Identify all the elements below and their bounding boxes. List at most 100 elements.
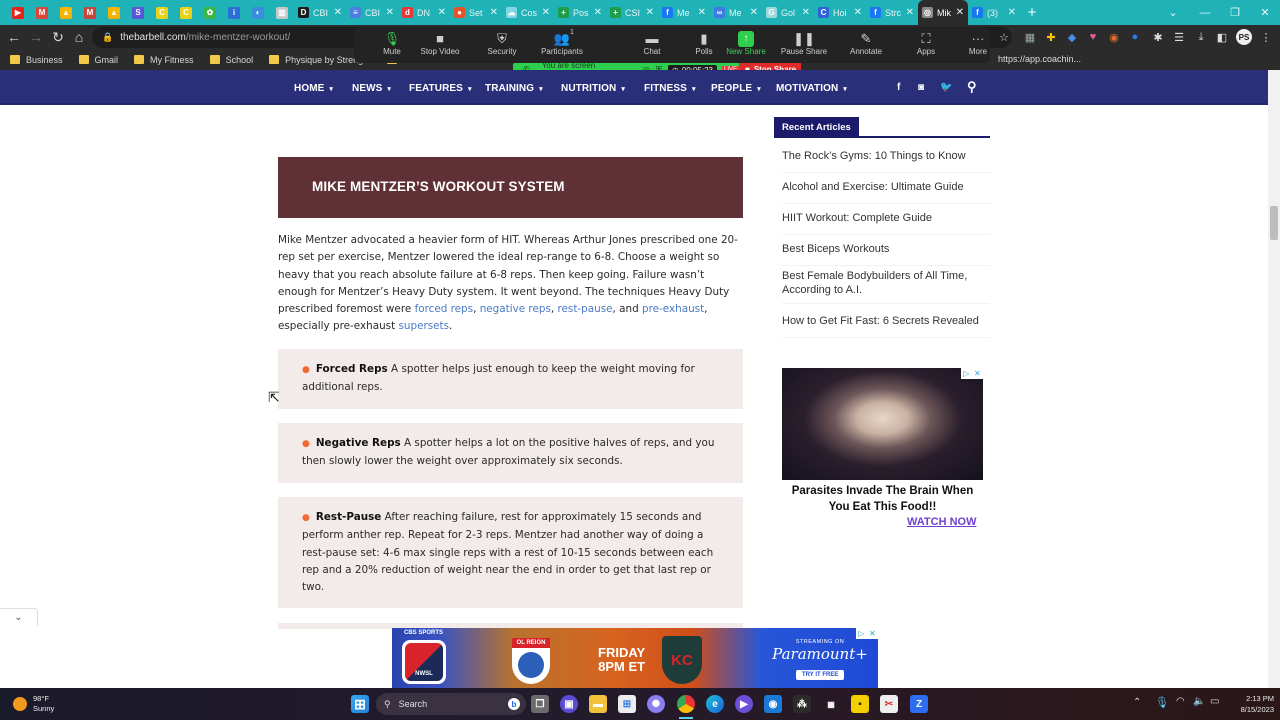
nav-item-training[interactable]: TRAINING ▾ [485, 83, 543, 94]
recent-article-link[interactable]: HIIT Workout: Complete Guide [782, 211, 990, 235]
close-tab-icon[interactable]: ✕ [750, 7, 758, 18]
zoom-control-security[interactable]: ⛨ Security [472, 27, 532, 63]
close-tab-icon[interactable]: ✕ [438, 7, 446, 18]
pinned-tab[interactable]: ▲ [54, 0, 78, 25]
home-button[interactable]: ⌂ [70, 28, 88, 46]
new-tab-button[interactable]: + [1020, 4, 1044, 21]
recent-article-link[interactable]: Best Female Bodybuilders of All Time, Ac… [782, 269, 990, 304]
bookmark-external[interactable]: https://app.coachin... [998, 54, 1081, 64]
pinned-tab[interactable]: C [174, 0, 198, 25]
back-button[interactable]: ← [5, 28, 23, 46]
nav-item-news[interactable]: NEWS ▾ [352, 83, 391, 94]
system-clock[interactable]: 2:13 PM 8/15/2023 [1234, 693, 1274, 715]
reload-button[interactable]: ↻ [49, 28, 67, 46]
tab[interactable]: + CSI ✕ [606, 0, 658, 25]
close-tab-icon[interactable]: ✕ [386, 7, 394, 18]
article-link[interactable]: supersets [398, 320, 449, 332]
bottom-banner-ad[interactable]: CBS SPORTS NWSL OL REIGN FRIDAY 8PM ET KC… [392, 628, 878, 688]
task-view-icon[interactable]: ❐ [531, 695, 549, 713]
tab[interactable]: f Strc ✕ [866, 0, 918, 25]
close-tab-icon[interactable]: ✕ [646, 7, 654, 18]
tab[interactable]: + Pos ✕ [554, 0, 606, 25]
zoom-control-apps[interactable]: ⛶ Apps [896, 27, 956, 63]
instagram-icon[interactable]: ◙ [918, 82, 924, 93]
twitter-icon[interactable]: 🐦 [940, 82, 952, 93]
media-player-icon[interactable]: ▶ [735, 695, 753, 713]
tab[interactable]: ☁ Cos ✕ [502, 0, 554, 25]
pinned-tab[interactable]: ▲ [102, 0, 126, 25]
restore-button[interactable]: ❐ [1218, 0, 1252, 25]
volume-icon[interactable]: 🔈 [1193, 696, 1205, 707]
zoom-control-annotate[interactable]: ✎ Annotate [836, 27, 896, 63]
close-tab-icon[interactable]: ✕ [802, 7, 810, 18]
ad-choices-icon[interactable]: ▷ ✕ [961, 368, 983, 379]
snipping-tool-icon[interactable]: ✂ [880, 695, 898, 713]
davinci-resolve-icon[interactable]: ⁂ [793, 695, 811, 713]
recent-article-link[interactable]: Alcohol and Exercise: Ultimate Guide [782, 180, 990, 204]
nav-item-nutrition[interactable]: NUTRITION ▾ [561, 83, 625, 94]
extension-shield-icon[interactable]: ◆ [1064, 29, 1080, 45]
bookmark-item[interactable]: School [209, 55, 253, 65]
pinned-tab[interactable]: M [30, 0, 54, 25]
search-icon[interactable]: ⚲ [967, 79, 977, 95]
close-tab-icon[interactable]: ✕ [542, 7, 550, 18]
windows-start-icon[interactable]: ⊞ [351, 695, 369, 713]
tab-active[interactable]: ◎ Mik ✕ [918, 0, 968, 25]
tab[interactable]: G Gol ✕ [762, 0, 814, 25]
extension-blue-icon[interactable]: ● [1127, 29, 1143, 45]
profile-avatar[interactable]: PS [1236, 29, 1252, 45]
tab[interactable]: C Hoi ✕ [814, 0, 866, 25]
tab[interactable]: f Me ✕ [658, 0, 710, 25]
article-link[interactable]: negative reps [480, 303, 551, 315]
minimize-button[interactable]: — [1188, 0, 1222, 25]
pinned-tab[interactable]: ◐ [246, 0, 270, 25]
zoom-control-stop-video[interactable]: ■ Stop Video [410, 27, 470, 63]
try-it-free-button[interactable]: TRY IT FREE [796, 670, 845, 680]
nav-item-motivation[interactable]: MOTIVATION ▾ [776, 83, 847, 94]
nav-item-people[interactable]: PEOPLE ▾ [711, 83, 761, 94]
collapse-chevron-icon[interactable]: ⌄ [0, 608, 38, 626]
close-tab-icon[interactable]: ✕ [334, 7, 342, 18]
tab[interactable]: D CBI ✕ [294, 0, 346, 25]
menu-kebab-icon[interactable]: ⋮ [1258, 29, 1274, 45]
close-tab-icon[interactable]: ✕ [956, 7, 964, 18]
calculator-icon[interactable]: ▦ [822, 695, 840, 713]
taskbar-search[interactable]: ⚲ Search b [376, 693, 526, 715]
sticky-notes-icon[interactable]: ▪ [851, 695, 869, 713]
scrollbar-thumb[interactable] [1270, 206, 1278, 240]
ad-image[interactable] [782, 368, 983, 480]
forward-button[interactable]: → [27, 28, 45, 46]
tab-search-chevron-icon[interactable]: ⌄ [1156, 0, 1190, 25]
extensions-puzzle-icon[interactable]: ✱ [1150, 29, 1166, 45]
nav-item-home[interactable]: HOME ▾ [294, 83, 333, 94]
tab[interactable]: ∞ Me ✕ [710, 0, 762, 25]
battery-icon[interactable]: ▭ [1210, 696, 1219, 707]
wifi-icon[interactable]: ◠ [1176, 696, 1185, 707]
bookmark-item[interactable]: Gmail [78, 55, 118, 65]
pinned-tab[interactable]: ✿ [198, 0, 222, 25]
facebook-icon[interactable]: f [897, 82, 900, 93]
side-panel-icon[interactable]: ◧ [1214, 29, 1230, 45]
zoom-app-icon[interactable]: Z [910, 695, 928, 713]
pinned-tab[interactable]: ▥ [270, 0, 294, 25]
pinned-tab[interactable]: i [222, 0, 246, 25]
close-tab-icon[interactable]: ✕ [1008, 7, 1016, 18]
bookmark-item[interactable]: My Fitness [134, 55, 194, 65]
nav-item-features[interactable]: FEATURES ▾ [409, 83, 472, 94]
weather-widget[interactable]: 98°F Sunny [33, 694, 54, 714]
ad-watch-now-link[interactable]: WATCH NOW [907, 516, 976, 528]
disc-app-icon[interactable]: ◉ [764, 695, 782, 713]
microsoft-store-icon[interactable]: ⊞ [618, 695, 636, 713]
close-tab-icon[interactable]: ✕ [854, 7, 862, 18]
close-tab-icon[interactable]: ✕ [594, 7, 602, 18]
pinned-tab[interactable]: ▶ [6, 0, 30, 25]
file-explorer-icon[interactable]: ▬ [589, 695, 607, 713]
tab[interactable]: ≡ CBI ✕ [346, 0, 398, 25]
tab[interactable]: d DN ✕ [398, 0, 450, 25]
article-link[interactable]: pre-exhaust [642, 303, 704, 315]
close-tab-icon[interactable]: ✕ [698, 7, 706, 18]
settings-app-icon[interactable]: ✺ [647, 695, 665, 713]
recent-article-link[interactable]: The Rock’s Gyms: 10 Things to Know [782, 149, 990, 173]
close-window-button[interactable]: ✕ [1248, 0, 1280, 25]
pinned-tab[interactable]: M [78, 0, 102, 25]
